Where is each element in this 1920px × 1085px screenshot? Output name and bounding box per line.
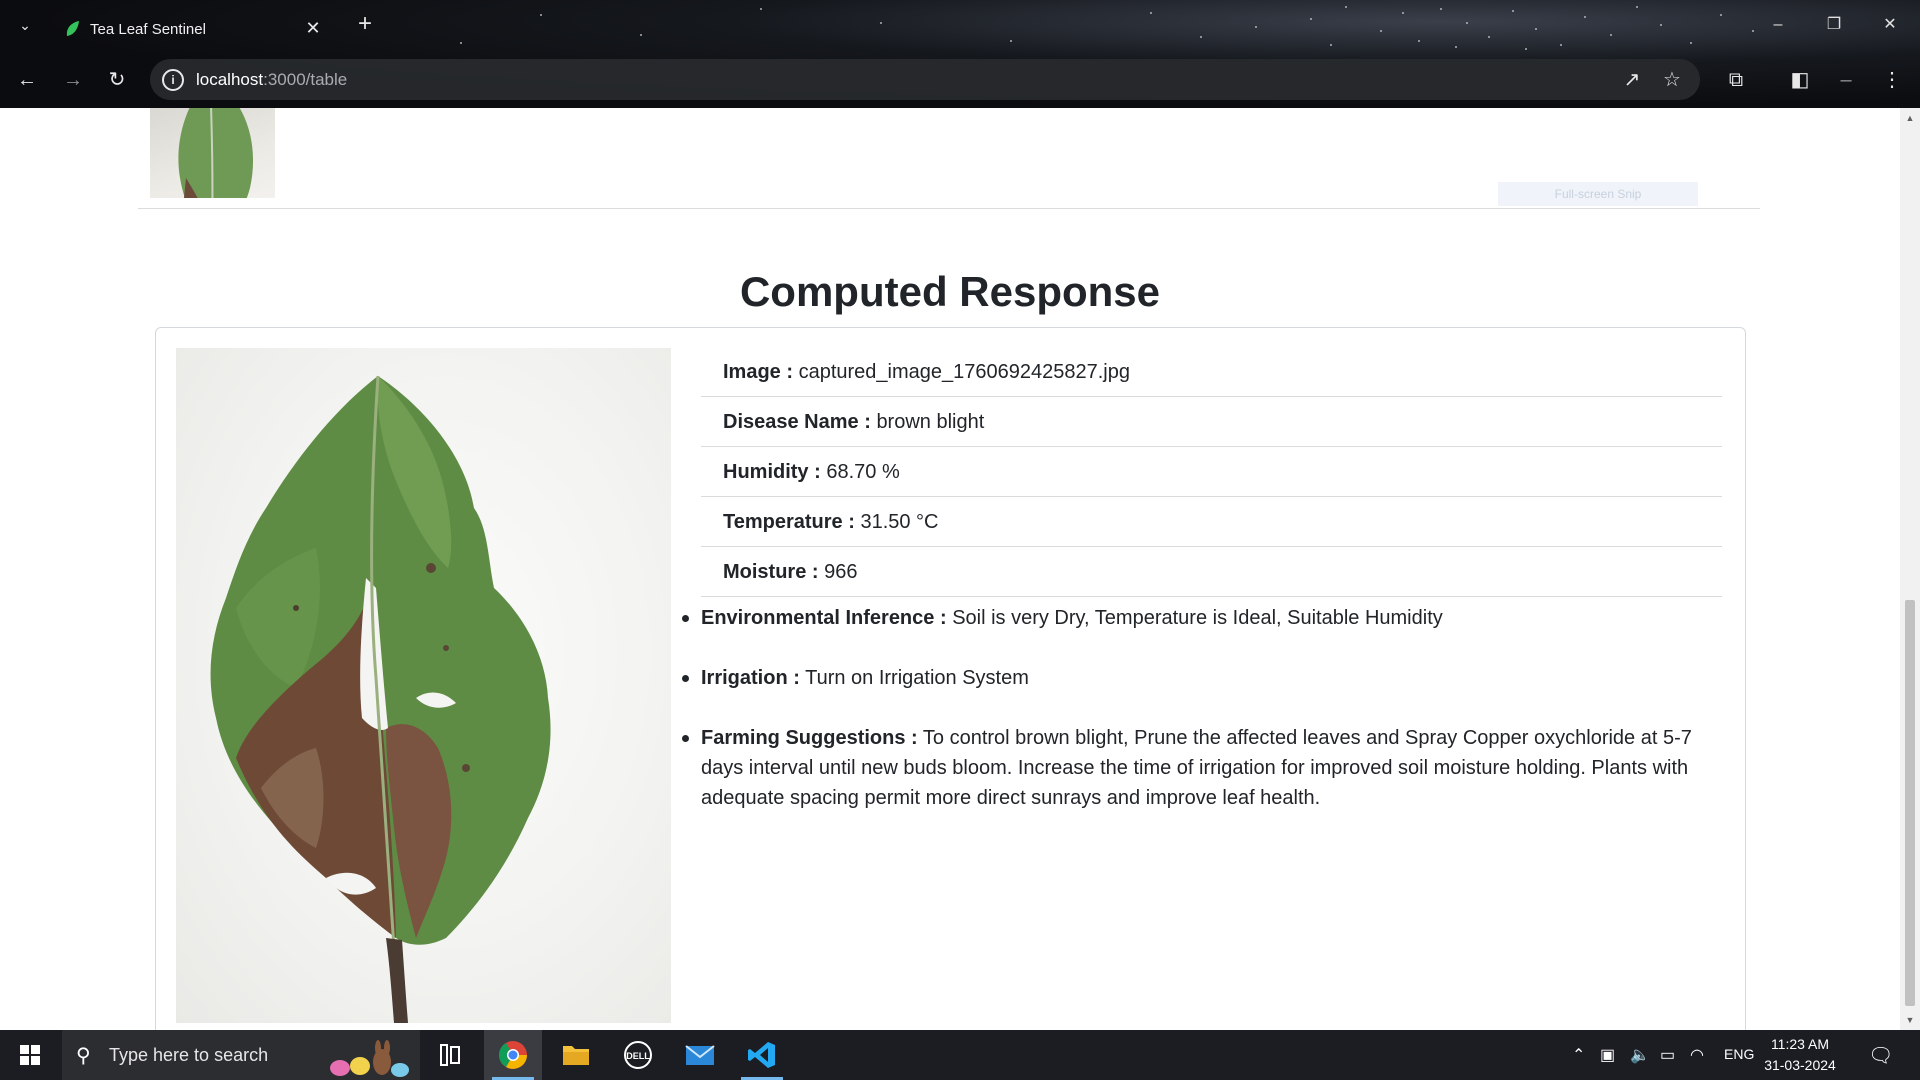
chevron-up-icon[interactable]: ⌃ xyxy=(1572,1045,1585,1065)
volume-icon[interactable]: 🔈 xyxy=(1630,1045,1650,1065)
file-explorer-icon[interactable] xyxy=(547,1030,605,1080)
minus-icon: – xyxy=(1840,69,1852,91)
chrome-icon[interactable] xyxy=(484,1030,542,1080)
browser-chrome: ⌄ Tea Leaf Sentinel ✕ + – ❐ ✕ ← → ↻ i lo… xyxy=(0,0,1920,108)
notification-icon[interactable]: 🗨 xyxy=(1868,1043,1893,1068)
browser-toolbar: ← → ↻ i localhost:3000/table ↗ ☆ ⧉ ◧ – ⋮ xyxy=(0,52,1920,108)
close-icon[interactable]: ✕ xyxy=(302,17,324,39)
tab-title: Tea Leaf Sentinel xyxy=(90,21,206,38)
svg-text:DELL: DELL xyxy=(626,1051,650,1061)
vscode-icon[interactable] xyxy=(733,1030,791,1080)
restore-icon[interactable]: ❐ xyxy=(1814,12,1854,38)
leaf-favicon-icon xyxy=(66,21,79,36)
advice-farming-suggestions: Farming Suggestions : To control brown b… xyxy=(682,723,1722,813)
previous-leaf-thumbnail[interactable] xyxy=(150,108,275,198)
plus-icon[interactable]: + xyxy=(353,12,377,36)
advice-list: Environmental Inference : Soil is very D… xyxy=(682,603,1722,843)
meet-now-icon[interactable]: ▣ xyxy=(1600,1045,1615,1065)
reload-icon[interactable]: ↻ xyxy=(100,63,134,97)
result-card: Image : captured_image_1760692425827.jpg… xyxy=(155,327,1746,1030)
url-text[interactable]: localhost:3000/table xyxy=(196,70,347,90)
taskbar: ⚲ Type here to search DELL ⌃ ▣ 🔈 ▭ ◠ ENG… xyxy=(0,1030,1920,1080)
detail-image: Image : captured_image_1760692425827.jpg xyxy=(701,347,1722,397)
scrollbar-thumb[interactable] xyxy=(1905,600,1915,1006)
search-icon: ⚲ xyxy=(76,1045,91,1067)
scroll-up-icon[interactable]: ▲ xyxy=(1900,110,1920,126)
close-window-icon[interactable]: ✕ xyxy=(1870,12,1910,38)
clock-time: 11:23 AM xyxy=(1770,1036,1830,1052)
dell-icon[interactable]: DELL xyxy=(609,1030,667,1080)
detail-humidity: Humidity : 68.70 % xyxy=(701,447,1722,497)
tab-tea-leaf-sentinel[interactable]: Tea Leaf Sentinel ✕ xyxy=(52,8,334,50)
address-bar[interactable]: i localhost:3000/table ↗ ☆ xyxy=(150,59,1700,100)
diseased-leaf-illustration xyxy=(210,375,551,1023)
details-list: Image : captured_image_1760692425827.jpg… xyxy=(701,347,1722,597)
wifi-icon[interactable]: ◠ xyxy=(1690,1045,1704,1065)
search-placeholder: Type here to search xyxy=(109,1045,269,1065)
tab-strip: ⌄ Tea Leaf Sentinel ✕ + – ❐ ✕ xyxy=(0,0,1920,50)
info-icon[interactable]: i xyxy=(162,69,184,91)
clock[interactable]: 11:23 AM 31-03-2024 xyxy=(1752,1034,1848,1076)
menu-icon[interactable]: ⋮ xyxy=(1879,67,1905,93)
detail-moisture: Moisture : 966 xyxy=(701,547,1722,597)
task-view-icon[interactable] xyxy=(421,1030,479,1080)
extensions-icon[interactable]: ⧉ xyxy=(1723,67,1749,93)
search-highlight-art xyxy=(330,1040,409,1077)
page-viewport: Full-screen Snip Computed Response Image… xyxy=(0,108,1900,1030)
snip-hint-overlay: Full-screen Snip xyxy=(1498,182,1698,206)
windows-icon[interactable] xyxy=(0,1030,60,1080)
detail-disease-name: Disease Name : brown blight xyxy=(701,397,1722,447)
language-indicator[interactable]: ENG xyxy=(1724,1046,1754,1062)
advice-environmental-inference: Environmental Inference : Soil is very D… xyxy=(682,603,1722,633)
taskbar-search-box[interactable]: ⚲ Type here to search xyxy=(62,1030,420,1080)
open-in-app-icon[interactable]: ↗ xyxy=(1620,68,1644,92)
leaf-thumbnail-image xyxy=(178,108,253,198)
minimize-icon[interactable]: – xyxy=(1758,12,1798,38)
detail-temperature: Temperature : 31.50 °C xyxy=(701,497,1722,547)
star-icon[interactable]: ☆ xyxy=(1660,68,1684,92)
side-panel-icon[interactable]: ◧ xyxy=(1787,67,1813,93)
back-icon[interactable]: ← xyxy=(10,63,44,97)
tab-list-icon[interactable]: ⌄ xyxy=(14,14,36,36)
page-scrollbar[interactable]: ▲ ▼ xyxy=(1900,108,1920,1030)
leaf-image xyxy=(176,348,671,1023)
section-divider xyxy=(138,208,1760,209)
clock-date: 31-03-2024 xyxy=(1764,1057,1836,1073)
scroll-down-icon[interactable]: ▼ xyxy=(1900,1012,1920,1028)
forward-icon[interactable]: → xyxy=(56,63,90,97)
page-title: Computed Response xyxy=(739,268,1161,315)
mail-icon[interactable] xyxy=(671,1030,729,1080)
advice-irrigation: Irrigation : Turn on Irrigation System xyxy=(682,663,1722,693)
battery-icon[interactable]: ▭ xyxy=(1660,1045,1675,1065)
